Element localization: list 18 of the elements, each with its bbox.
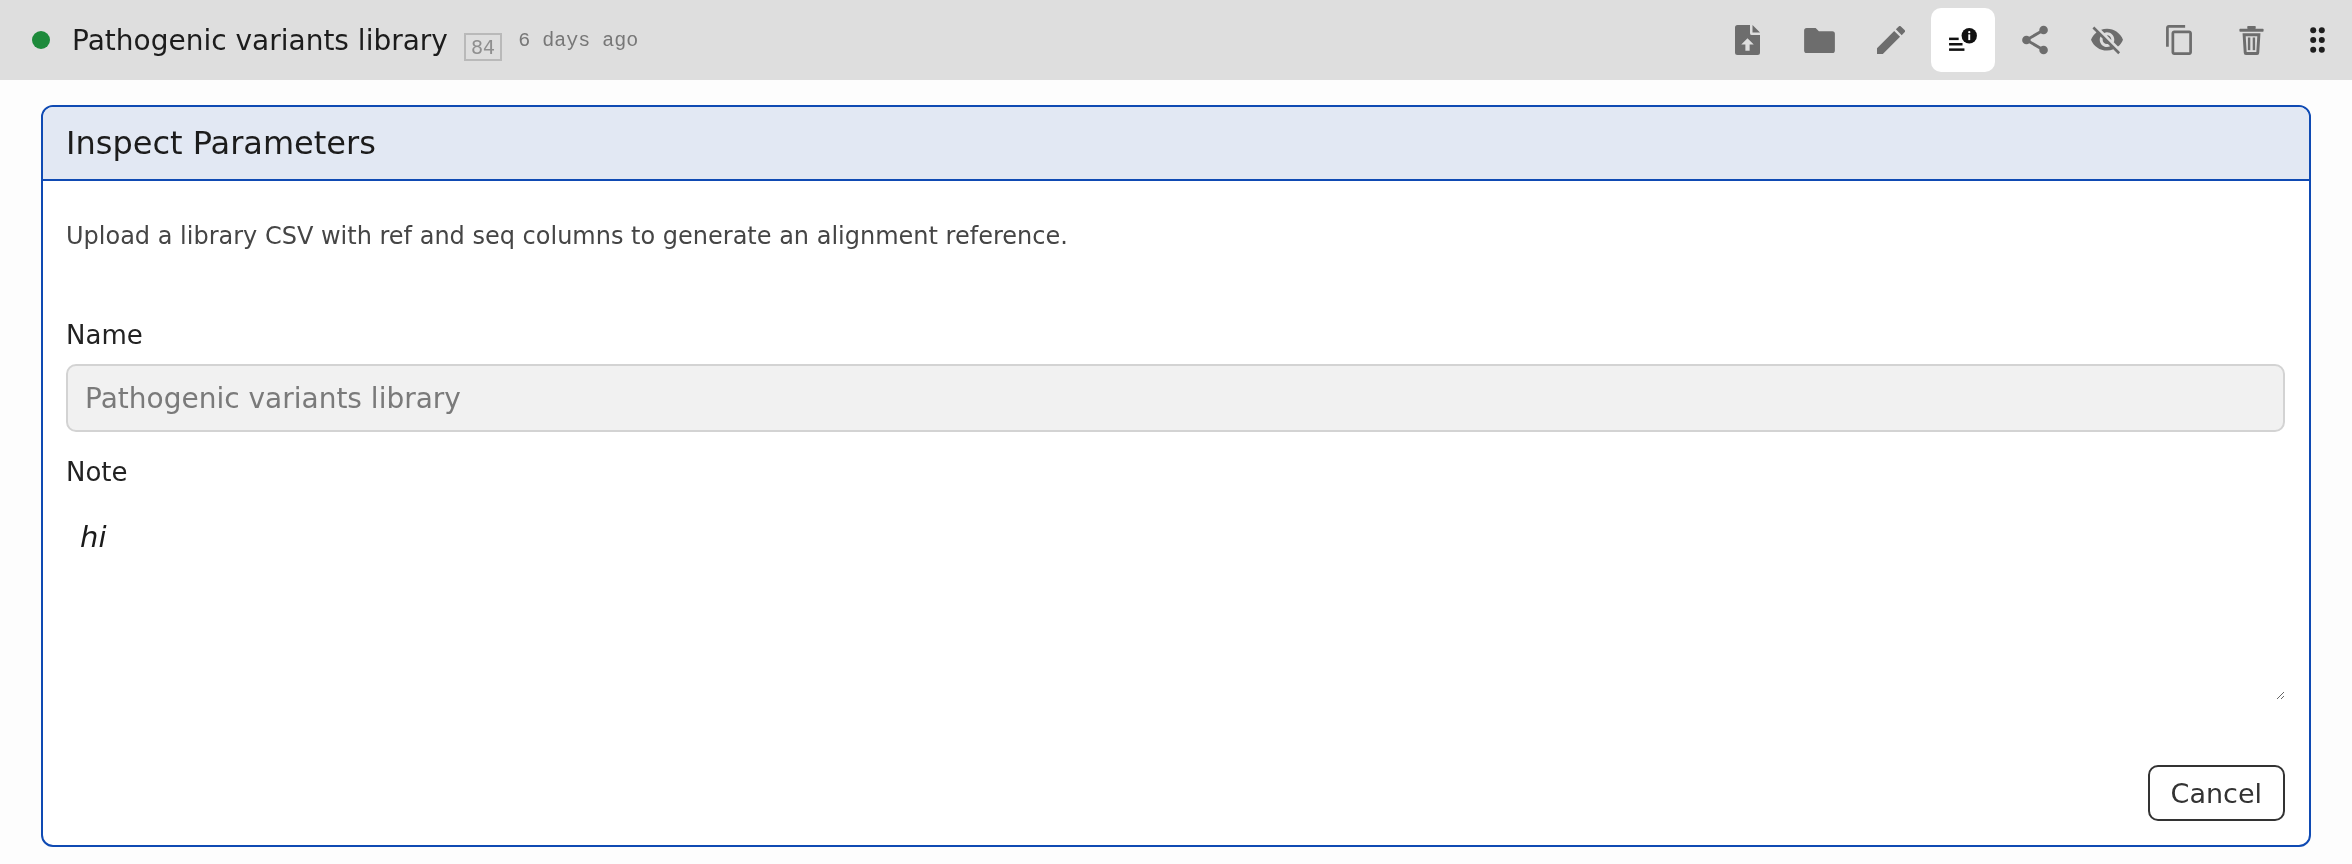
file-upload-icon [1734,25,1760,55]
timestamp: 6 days ago [518,28,639,52]
panel-description: Upload a library CSV with ref and seq columns to generate an alignment reference. [66,221,1069,252]
pencil-icon [1877,26,1905,54]
details-button[interactable] [1931,8,1995,72]
field-label: Note [66,456,128,489]
hid-badge: 84 [463,33,503,61]
grip-icon [2309,27,2325,53]
trash-icon [2238,25,2264,55]
copy-icon [2166,25,2192,55]
eye-slash-icon [2091,25,2123,55]
cancel-button[interactable]: Cancel [2147,765,2285,821]
field-label: Name [66,319,143,352]
panel-title: Inspect Parameters [66,124,376,162]
share-icon [2020,25,2050,55]
dataset-title: Pathogenic variants library [72,23,448,57]
folder-icon [1803,27,1835,53]
info-list-icon [1949,27,1977,53]
